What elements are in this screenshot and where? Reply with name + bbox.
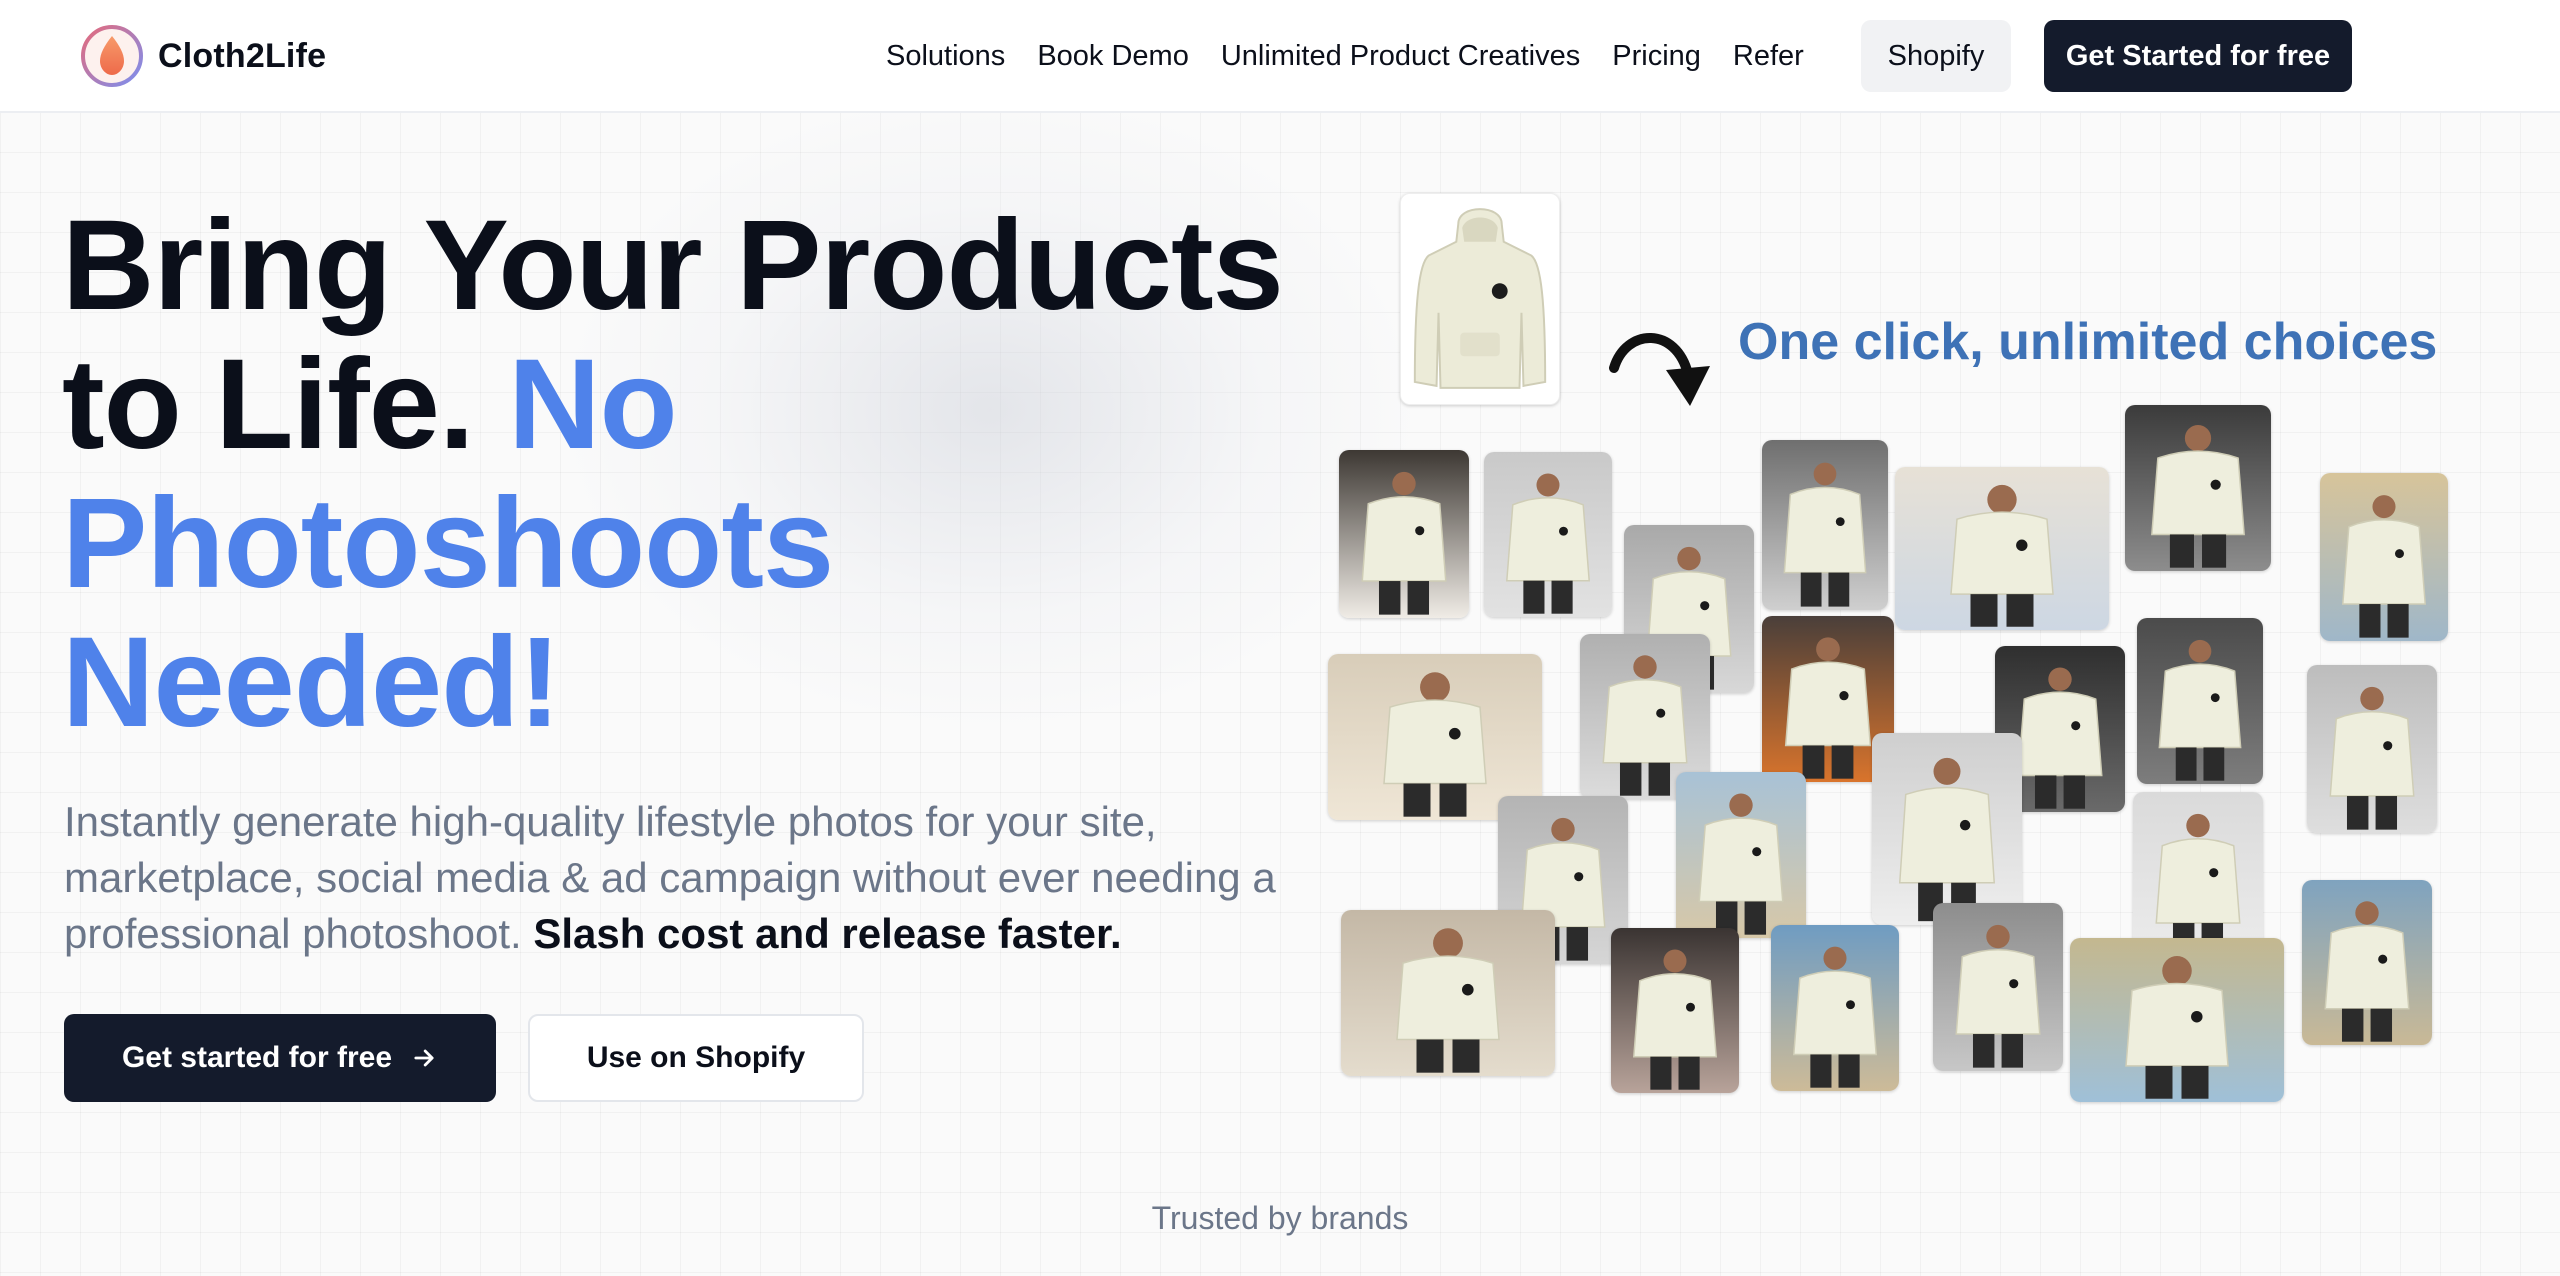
collage-photo-5 (1895, 467, 2109, 630)
collage-photo-14 (1872, 733, 2022, 925)
nav-link-refer[interactable]: Refer (1733, 36, 1804, 76)
arrow-right-icon (414, 1049, 434, 1067)
collage-photo-2 (1484, 452, 1612, 617)
get-started-label: Get started for free (121, 1041, 393, 1074)
nav-link-unlimited-product-creatives[interactable]: Unlimited Product Creatives (1221, 36, 1580, 76)
get-started-button[interactable]: Get started for free (64, 1014, 496, 1102)
nav-links: Solutions Book Demo Unlimited Product Cr… (886, 36, 1804, 76)
collage-photo-19 (1611, 928, 1739, 1093)
brand-name: Cloth2Life (158, 36, 327, 75)
hero-headline: Bring Your Products to Life. No Photosho… (62, 196, 1292, 752)
collage-photo-17 (2133, 792, 2263, 960)
collage-photo-4 (1762, 440, 1888, 610)
nav-link-pricing[interactable]: Pricing (1612, 36, 1701, 76)
nav-link-book-demo[interactable]: Book Demo (1037, 36, 1189, 76)
brand-logo[interactable]: Cloth2Life (80, 24, 326, 88)
product-hoodie-image (1400, 193, 1560, 405)
collage-photo-18 (1341, 910, 1555, 1076)
collage-photo-12 (2137, 618, 2263, 784)
logo-icon (81, 25, 143, 87)
nav-get-started-button[interactable]: Get Started for free (2044, 20, 2352, 92)
collage-tagline: One click, unlimited choices (1738, 313, 2438, 371)
curved-arrow-icon (1609, 333, 1710, 406)
nav-link-solutions[interactable]: Solutions (886, 36, 1005, 76)
hero-subtext: Instantly generate high-quality lifestyl… (64, 794, 1294, 962)
collage-photo-6 (2125, 405, 2271, 571)
collage-photo-1 (1339, 450, 1469, 618)
collage-photo-21 (1933, 903, 2063, 1071)
collage-photo-22 (2070, 938, 2284, 1102)
hoodie-image (1401, 194, 1559, 404)
collage-photo-20 (1771, 925, 1899, 1091)
top-nav: Cloth2Life Solutions Book Demo Unlimited… (0, 0, 2560, 113)
collage-photo-7 (2320, 473, 2448, 641)
use-on-shopify-button[interactable]: Use on Shopify (528, 1014, 864, 1102)
subtext-strong: Slash cost and release faster. (533, 910, 1122, 957)
nav-shopify-button[interactable]: Shopify (1861, 20, 2011, 92)
collage-photo-23 (2302, 880, 2432, 1045)
collage-photo-16 (1676, 772, 1806, 938)
collage-photo-13 (2307, 665, 2437, 833)
trusted-by-label: Trusted by brands (1151, 1200, 1409, 1236)
